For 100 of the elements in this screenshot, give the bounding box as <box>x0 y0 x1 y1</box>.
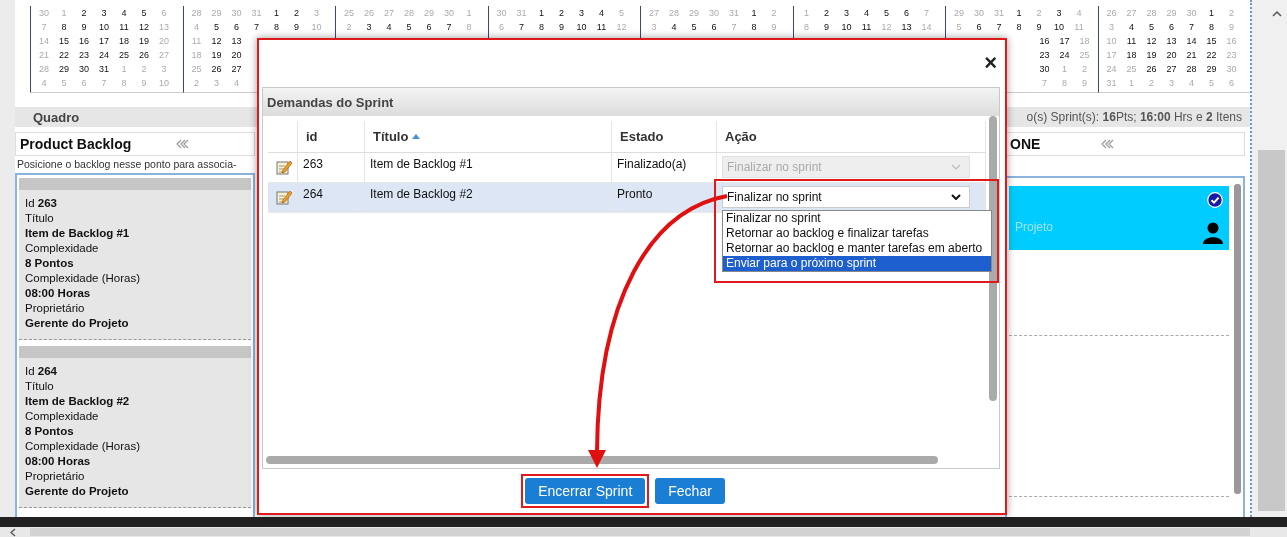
double-chevron-left-icon[interactable] <box>175 139 189 149</box>
calendar-day[interactable]: 23 <box>1034 48 1055 62</box>
calendar-day[interactable]: 6 <box>226 20 247 34</box>
calendar-day[interactable]: 1 <box>1009 6 1029 20</box>
calendar-day[interactable]: 5 <box>206 20 227 34</box>
close-button[interactable]: × <box>980 49 1001 76</box>
calendar-day[interactable]: 9 <box>286 20 307 34</box>
calendar-day[interactable]: 26 <box>1141 62 1162 76</box>
calendar-day[interactable]: 8 <box>1009 20 1029 34</box>
dropdown-option[interactable]: Finalizar no sprint <box>723 211 991 226</box>
horizontal-scrollbar[interactable] <box>0 527 1287 537</box>
calendar-day[interactable]: 6 <box>419 20 439 34</box>
check-circle-icon[interactable] <box>1207 192 1223 208</box>
calendar-day[interactable]: 2 <box>74 6 94 20</box>
calendar-day[interactable]: 22 <box>54 48 74 62</box>
column-header[interactable]: Estado <box>612 121 717 153</box>
dialog-button[interactable]: Fechar <box>655 478 725 504</box>
calendar-day[interactable]: 13 <box>896 20 917 34</box>
calendar-day[interactable]: 12 <box>206 34 227 48</box>
calendar-day[interactable]: 1 <box>1201 6 1222 20</box>
calendar-day[interactable]: 24 <box>94 48 114 62</box>
calendar-day[interactable]: 3 <box>571 6 592 20</box>
calendar-day[interactable]: 13 <box>226 34 247 48</box>
calendar-day[interactable]: 1 <box>744 6 764 20</box>
calendar-day[interactable]: 5 <box>684 20 704 34</box>
action-select[interactable]: Finalizar no sprint <box>722 186 970 208</box>
dropdown-option[interactable]: Enviar para o próximo sprint <box>723 256 991 271</box>
calendar-day[interactable]: 16 <box>74 34 94 48</box>
calendar-day[interactable]: 19 <box>206 48 227 62</box>
calendar-day[interactable]: 9 <box>551 20 572 34</box>
calendar-day[interactable]: 8 <box>1201 20 1222 34</box>
calendar-day[interactable]: 9 <box>816 20 837 34</box>
end-sprint-button[interactable]: Encerrar Sprint <box>525 478 646 504</box>
calendar-day[interactable]: 3 <box>836 6 857 20</box>
calendar-day[interactable]: 2 <box>551 6 572 20</box>
scrollbar-thumb[interactable] <box>1258 150 1285 511</box>
calendar-day[interactable]: 22 <box>1201 48 1222 62</box>
calendar-day[interactable]: 29 <box>1201 62 1222 76</box>
calendar-day[interactable]: 11 <box>591 20 612 34</box>
edit-icon[interactable] <box>276 189 292 205</box>
calendar-day[interactable]: 7 <box>439 20 459 34</box>
calendar-day[interactable]: 7 <box>246 20 267 34</box>
calendar-day[interactable]: 17 <box>1054 34 1075 48</box>
page-scrollbar[interactable] <box>1250 0 1287 517</box>
calendar-day[interactable]: 14 <box>1181 34 1202 48</box>
scrollbar-thumb[interactable] <box>989 116 997 401</box>
calendar-day[interactable]: 1 <box>531 6 552 20</box>
calendar-day[interactable]: 6 <box>704 20 724 34</box>
calendar-day[interactable]: 8 <box>54 20 74 34</box>
calendar-day[interactable]: 2 <box>286 6 307 20</box>
calendar-day[interactable]: 10 <box>571 20 592 34</box>
backlog-card[interactable]: Id 263 Título Item de Backlog #1 Complexidade 8 Pontos Complexidade (Horas) 08:00 Horas Proprietário Gerente do Projeto <box>19 178 251 340</box>
calendar-day[interactable]: 7 <box>1181 20 1202 34</box>
calendar-day[interactable]: 5 <box>399 20 419 34</box>
calendar-day[interactable]: 30 <box>74 62 94 76</box>
calendar-day[interactable]: 20 <box>1161 48 1182 62</box>
calendar-day[interactable]: 26 <box>134 48 154 62</box>
calendar-day[interactable]: 31 <box>94 62 114 76</box>
calendar-day[interactable]: 7 <box>989 20 1009 34</box>
scrollbar-thumb[interactable] <box>266 456 938 464</box>
calendar-day[interactable]: 9 <box>1029 20 1049 34</box>
calendar-day[interactable]: 5 <box>1141 20 1162 34</box>
calendar-day[interactable]: 1 <box>266 6 287 20</box>
dropdown-option[interactable]: Retornar ao backlog e manter tarefas em aberto <box>723 241 991 256</box>
calendar-day[interactable]: 18 <box>114 34 134 48</box>
board-tab[interactable]: Quadro <box>33 109 80 125</box>
column-header[interactable]: Título <box>365 121 612 153</box>
calendar-day[interactable]: 27 <box>226 62 247 76</box>
calendar-day[interactable]: 24 <box>1054 48 1075 62</box>
calendar-day[interactable]: 11 <box>114 20 134 34</box>
calendar-day[interactable]: 8 <box>531 20 552 34</box>
calendar-day[interactable]: 18 <box>1121 48 1142 62</box>
calendar-day[interactable]: 21 <box>1181 48 1202 62</box>
calendar-day[interactable]: 15 <box>54 34 74 48</box>
calendar-day[interactable]: 4 <box>664 20 684 34</box>
calendar-day[interactable]: 7 <box>511 20 532 34</box>
calendar-day[interactable]: 25 <box>114 48 134 62</box>
calendar-day[interactable]: 15 <box>1201 34 1222 48</box>
calendar-day[interactable]: 19 <box>1141 48 1162 62</box>
backlog-card[interactable]: Id 264 Título Item de Backlog #2 Complexidade 8 Pontos Complexidade (Horas) 08:00 Horas Proprietário Gerente do Projeto <box>19 346 251 508</box>
calendar-day[interactable]: 6 <box>969 20 989 34</box>
calendar-day[interactable]: 20 <box>226 48 247 62</box>
scrollbar-thumb[interactable] <box>1234 184 1241 494</box>
scroll-up-icon[interactable] <box>1272 10 1282 17</box>
calendar-day[interactable]: 4 <box>591 6 612 20</box>
calendar-day[interactable]: 12 <box>1141 34 1162 48</box>
calendar-day[interactable]: 6 <box>1161 20 1182 34</box>
calendar-day[interactable]: 10 <box>1049 20 1069 34</box>
calendar-day[interactable]: 27 <box>1161 62 1182 76</box>
calendar-day[interactable]: 4 <box>856 6 877 20</box>
calendar-day[interactable]: 30 <box>1034 62 1055 76</box>
calendar-day[interactable]: 3 <box>359 20 379 34</box>
calendar-day[interactable]: 11 <box>856 20 877 34</box>
column-header[interactable]: Ação <box>717 121 986 153</box>
calendar-day[interactable]: 3 <box>1049 6 1069 20</box>
calendar-day[interactable]: 6 <box>896 6 917 20</box>
column-header[interactable]: id <box>298 121 365 153</box>
calendar-day[interactable]: 5 <box>134 6 154 20</box>
calendar-day[interactable]: 13 <box>1161 34 1182 48</box>
calendar-day[interactable]: 28 <box>1181 62 1202 76</box>
